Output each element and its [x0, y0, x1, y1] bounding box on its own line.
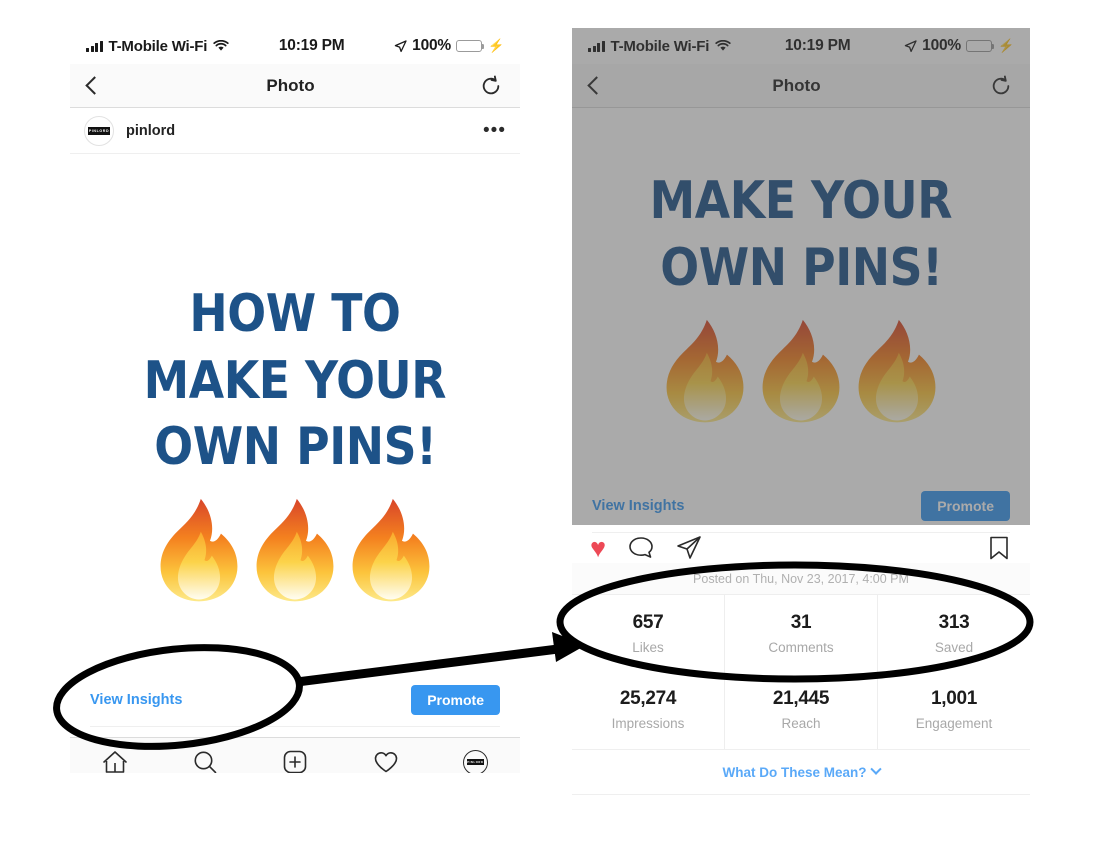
wifi-icon [213, 40, 229, 51]
battery-percent-label: 100% [922, 37, 961, 54]
clock-label: 10:19 PM [784, 37, 851, 54]
refresh-button[interactable] [480, 75, 502, 97]
comment-bubble-icon[interactable] [628, 535, 654, 561]
profile-avatar-logo-text: PINLORD [466, 759, 484, 765]
carrier-label: T-Mobile Wi-Fi [108, 37, 208, 55]
location-arrow-icon [394, 39, 407, 52]
stat-label: Saved [934, 640, 974, 655]
fire-emoji [256, 498, 334, 602]
fire-emoji [858, 319, 936, 422]
fire-emoji [160, 498, 238, 602]
post-image-right[interactable]: MAKE YOUR OWN PINS! [572, 108, 1030, 480]
heart-filled-icon[interactable]: ♥ [590, 535, 606, 562]
tab-bar-left: PINLORD [70, 737, 520, 773]
fire-emoji [762, 319, 840, 422]
stat-comments[interactable]: 31 Comments [725, 595, 878, 674]
stat-label: Engagement [915, 716, 993, 731]
signal-bars-icon [86, 40, 103, 52]
wifi-icon [715, 40, 731, 51]
headline-line-1: HOW TO [189, 284, 401, 345]
status-right-group-right: 100% ⚡ [904, 37, 1014, 55]
page-title: Photo [772, 75, 821, 95]
battery-percent-label: 100% [412, 37, 451, 54]
stat-engagement[interactable]: 1,001 Engagement [878, 674, 1030, 749]
back-button[interactable] [85, 76, 104, 95]
nav-bar-right: Photo [572, 64, 1030, 108]
stat-value: 31 [790, 612, 812, 633]
stat-label: Likes [632, 640, 664, 655]
fire-emoji [352, 498, 430, 602]
stat-value: 657 [632, 612, 664, 633]
status-left-group-right: T-Mobile Wi-Fi [588, 38, 731, 55]
battery-icon [966, 39, 995, 53]
promote-button[interactable]: Promote [921, 491, 1010, 521]
location-arrow-icon [904, 39, 917, 52]
what-do-these-mean-link[interactable]: What Do These Mean? [572, 749, 1030, 795]
avatar-logo-text: PINLORD [88, 126, 110, 135]
nav-bar-left: Photo [70, 64, 520, 108]
stat-reach[interactable]: 21,445 Reach [725, 674, 878, 749]
signal-bars-icon [588, 40, 605, 52]
back-button[interactable] [587, 76, 606, 95]
status-right-group: 100% ⚡ [394, 37, 504, 55]
username-label[interactable]: pinlord [126, 123, 175, 139]
stat-label: Reach [781, 716, 821, 731]
divider [90, 726, 500, 727]
stats-row-primary: 657 Likes 31 Comments 313 Saved [572, 595, 1030, 674]
home-icon[interactable] [102, 749, 128, 773]
refresh-button[interactable] [990, 75, 1012, 97]
what-do-these-mean-label: What Do These Mean? [722, 764, 867, 780]
search-icon[interactable] [192, 749, 218, 773]
fire-emoji [666, 319, 744, 422]
profile-avatar-icon[interactable]: PINLORD [462, 749, 488, 773]
stat-label: Impressions [611, 716, 685, 731]
plus-square-icon[interactable] [282, 749, 308, 773]
status-left-group: T-Mobile Wi-Fi [86, 38, 229, 55]
post-author-row[interactable]: PINLORD pinlord ••• [70, 108, 520, 154]
stat-impressions[interactable]: 25,274 Impressions [572, 674, 725, 749]
battery-icon [456, 39, 485, 53]
action-strip-right: View Insights Promote [572, 480, 1030, 532]
post-actions-row: ♥ [572, 533, 1030, 563]
action-strip-left: View Insights Promote [70, 674, 520, 726]
clock-label: 10:19 PM [278, 37, 345, 54]
stat-value: 25,274 [619, 688, 677, 709]
headline-line-3: OWN PINS! [659, 238, 943, 298]
status-bar-left: T-Mobile Wi-Fi 10:19 PM 100% ⚡ [70, 28, 520, 64]
stat-likes[interactable]: 657 Likes [572, 595, 725, 674]
stat-value: 1,001 [930, 688, 978, 709]
stat-value: 21,445 [772, 688, 830, 709]
page-title: Photo [266, 75, 315, 95]
paper-plane-icon[interactable] [676, 535, 702, 561]
headline-line-2: MAKE YOUR [649, 171, 953, 232]
phone-screen-left: T-Mobile Wi-Fi 10:19 PM 100% ⚡ Photo PIN… [70, 28, 520, 773]
heart-outline-icon[interactable] [373, 749, 399, 773]
lightning-bolt-icon: ⚡ [488, 38, 504, 53]
headline-line-2: MAKE YOUR [143, 350, 447, 411]
stats-row-secondary: 25,274 Impressions 21,445 Reach 1,001 En… [572, 674, 1030, 749]
view-insights-link[interactable]: View Insights [592, 498, 684, 514]
bookmark-icon[interactable] [986, 535, 1012, 561]
promote-button[interactable]: Promote [411, 685, 500, 715]
stat-value: 313 [938, 612, 970, 633]
view-insights-link[interactable]: View Insights [90, 692, 182, 708]
carrier-label: T-Mobile Wi-Fi [610, 37, 710, 55]
screenshot-canvas: T-Mobile Wi-Fi 10:19 PM 100% ⚡ Photo PIN… [0, 0, 1106, 846]
headline-line-3: OWN PINS! [153, 417, 437, 478]
fire-emoji-group [153, 497, 437, 605]
avatar[interactable]: PINLORD [84, 115, 114, 146]
posted-on-label: Posted on Thu, Nov 23, 2017, 4:00 PM [572, 563, 1030, 595]
lightning-bolt-icon: ⚡ [998, 38, 1014, 53]
chevron-down-icon [869, 763, 882, 775]
status-bar-right: T-Mobile Wi-Fi 10:19 PM 100% ⚡ [572, 28, 1030, 64]
stat-saved[interactable]: 313 Saved [878, 595, 1030, 674]
ellipsis-icon[interactable]: ••• [483, 121, 506, 140]
phone-screen-right: T-Mobile Wi-Fi 10:19 PM 100% ⚡ Photo MAK… [572, 28, 1030, 818]
stat-label: Comments [768, 640, 834, 655]
fire-emoji-group [659, 318, 943, 426]
post-image-left[interactable]: HOW TO MAKE YOUR OWN PINS! [70, 154, 520, 674]
